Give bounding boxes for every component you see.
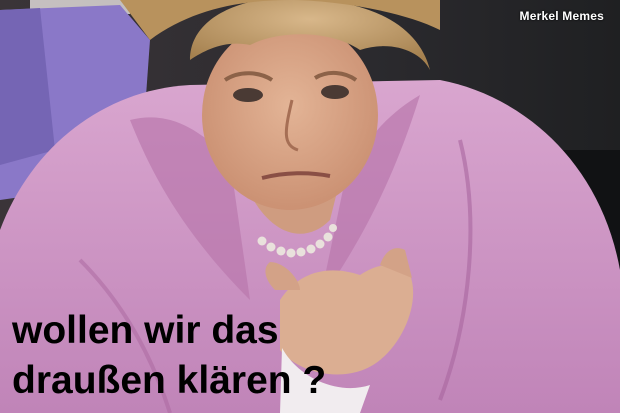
caption-line-1: wollen wir das [12,308,279,352]
eye-right [321,85,349,99]
eye-left [233,88,263,102]
watermark: Merkel Memes [519,9,604,23]
caption-line-2: draußen klären ? [12,359,327,403]
meme-caption: wollen wir das draußen klären ? [12,306,452,407]
meme-image: Merkel Memes wollen wir das draußen klär… [0,0,620,413]
